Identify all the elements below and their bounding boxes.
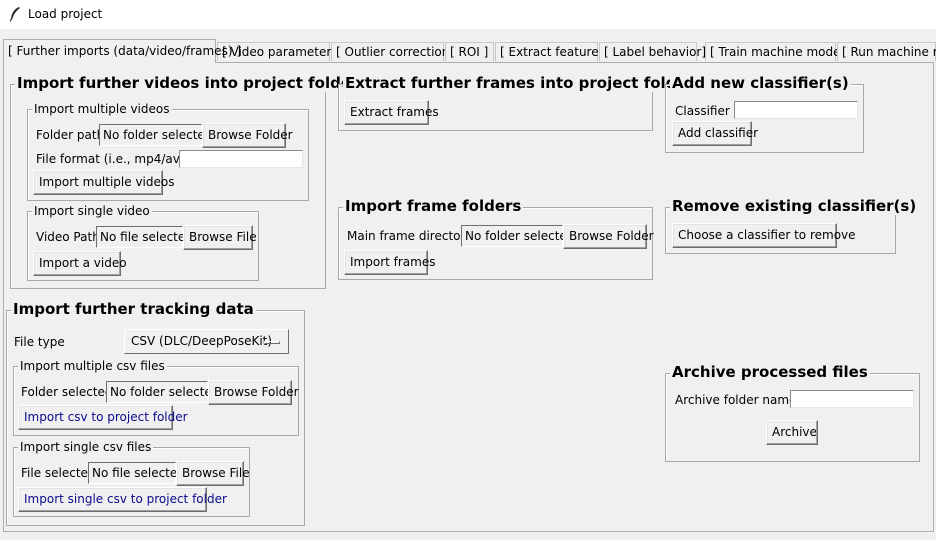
tracking-data-title: Import further tracking data — [11, 300, 256, 318]
archive-button[interactable]: Archive — [766, 420, 818, 445]
file-type-label: File type — [14, 335, 65, 349]
window-title: Load project — [28, 7, 103, 21]
file-type-value: CSV (DLC/DeepPoseKit) — [131, 334, 273, 348]
csv-file-selected-label: File selected — [21, 466, 96, 480]
csv-folder-value: No folder selected — [106, 381, 219, 403]
dropdown-indicator-icon — [264, 341, 280, 344]
import-single-csv-title: Import single csv files — [18, 440, 154, 454]
browse-csv-file-button[interactable]: Browse File — [176, 461, 250, 486]
video-path-label: Video Path — [36, 230, 100, 244]
import-frames-button[interactable]: Import frames — [344, 250, 435, 275]
tab-bar: [ Further imports (data/video/frames) ] … — [0, 39, 936, 63]
tab-outlier-correction[interactable]: [ Outlier correction ] — [331, 42, 458, 61]
feather-icon — [9, 7, 20, 22]
remove-classifier-button[interactable]: Choose a classifier to remove — [672, 223, 856, 248]
import-single-csv-button[interactable]: Import single csv to project folder — [18, 487, 227, 512]
classifier-input[interactable] — [734, 101, 858, 119]
import-videos-title: Import further videos into project folde… — [15, 74, 361, 92]
import-multiple-csv-title: Import multiple csv files — [18, 359, 167, 373]
tab-label-behavior[interactable]: [ Label behavior] — [599, 42, 706, 61]
extract-frames-title: Extract further frames into project fold… — [343, 74, 696, 92]
frame-folders-title: Import frame folders — [343, 197, 524, 215]
import-a-video-button[interactable]: Import a video — [33, 251, 127, 276]
add-classifier-title: Add new classifier(s) — [670, 74, 851, 92]
browse-video-file-button[interactable]: Browse File — [183, 225, 257, 250]
remove-classifier-title: Remove existing classifier(s) — [670, 197, 919, 215]
import-multiple-videos-button[interactable]: Import multiple videos — [33, 170, 175, 195]
tab-further-imports[interactable]: [ Further imports (data/video/frames) ] — [3, 39, 241, 63]
title-bar: Load project — [0, 0, 936, 29]
archive-folder-name-label: Archive folder name — [675, 393, 797, 407]
tab-run-machine-model[interactable]: [ Run machine mo — [837, 42, 936, 61]
tab-roi[interactable]: [ ROI ] — [445, 42, 494, 61]
extract-frames-button[interactable]: Extract frames — [344, 100, 439, 125]
browse-csv-folder-button[interactable]: Browse Folder — [208, 380, 299, 405]
video-path-value: No file selected — [96, 226, 193, 248]
csv-folder-selected-label: Folder selected: — [21, 385, 117, 399]
frame-directory-value: No folder selected — [461, 225, 574, 247]
add-classifier-button[interactable]: Add classifier — [672, 121, 758, 146]
tab-train-machine-model[interactable]: [ Train machine model ] — [705, 42, 852, 61]
import-single-video-title: Import single video — [32, 204, 152, 218]
tab-extract-features[interactable]: [ Extract features ] — [495, 42, 613, 61]
browse-frame-folder-button[interactable]: Browse Folder — [563, 224, 654, 249]
import-multiple-videos-title: Import multiple videos — [32, 102, 172, 116]
folder-path-label: Folder path — [36, 128, 105, 142]
file-type-dropdown[interactable]: CSV (DLC/DeepPoseKit) — [124, 329, 289, 354]
csv-file-value: No file selected — [88, 462, 185, 484]
browse-video-folder-button[interactable]: Browse Folder — [202, 123, 293, 148]
file-format-input[interactable] — [179, 150, 303, 168]
main-frame-directory-label: Main frame directory — [347, 229, 473, 243]
archive-title: Archive processed files — [670, 363, 870, 381]
archive-group: Archive processed files — [665, 363, 920, 462]
video-folder-path-value: No folder selected — [99, 124, 212, 146]
import-csv-button[interactable]: Import csv to project folder — [18, 405, 188, 430]
archive-folder-name-input[interactable] — [790, 390, 914, 408]
classifier-label: Classifier — [675, 104, 730, 118]
file-format-label: File format (i.e., mp4/avi): — [36, 152, 192, 166]
